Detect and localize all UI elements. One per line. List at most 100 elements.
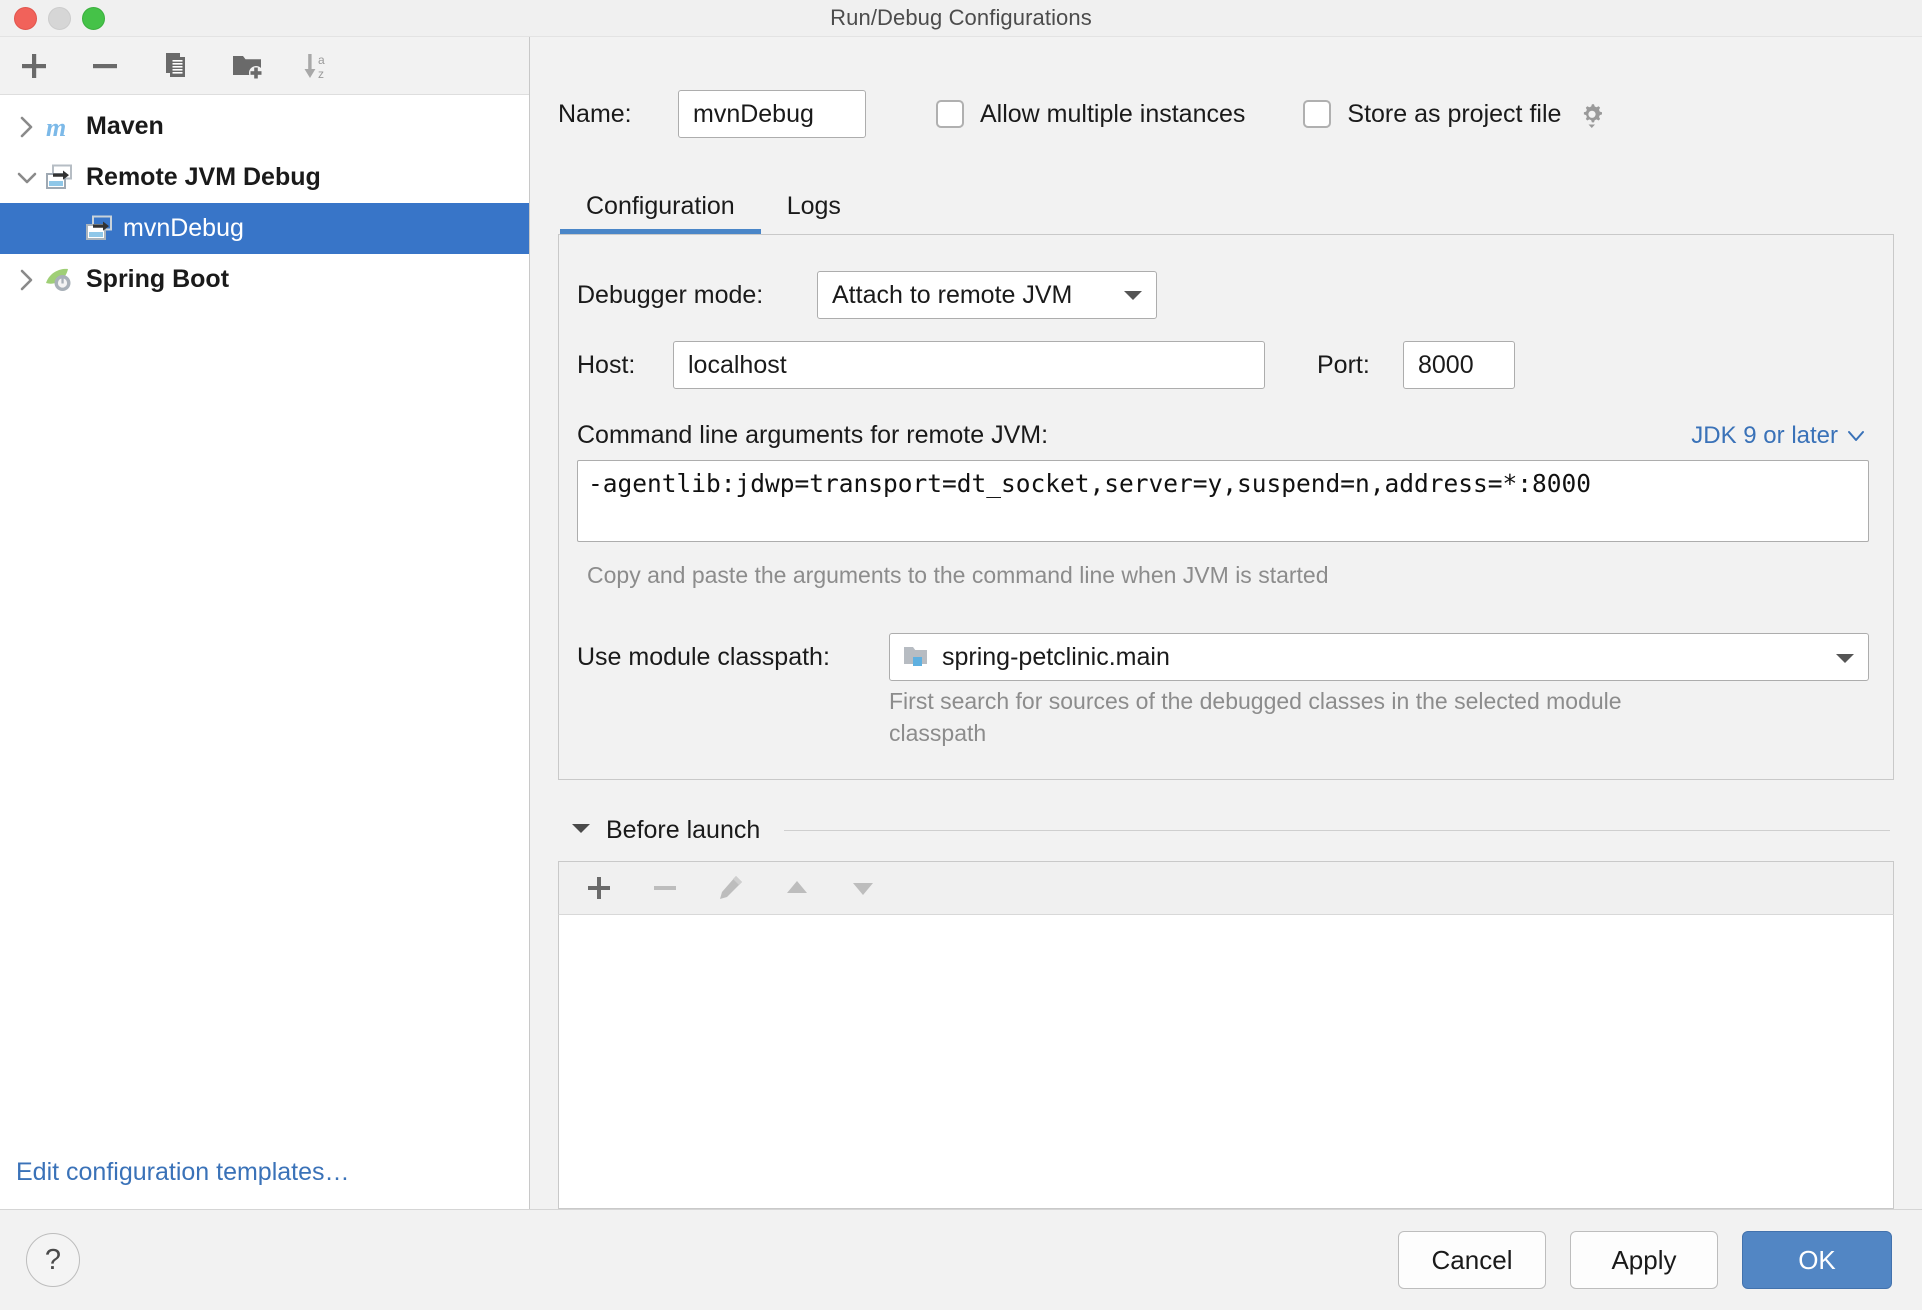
port-input[interactable]: 8000 — [1403, 341, 1515, 389]
pencil-icon — [720, 876, 742, 899]
checkbox-box[interactable] — [1303, 100, 1332, 128]
store-as-project-file-label: Store as project file — [1347, 99, 1562, 128]
command-line-arguments-header: Command line arguments for remote JVM: J… — [577, 421, 1869, 450]
name-input[interactable]: mvnDebug — [678, 90, 866, 138]
svg-text:a: a — [318, 53, 325, 67]
before-launch-toolbar — [558, 861, 1894, 915]
svg-text:m: m — [46, 113, 66, 142]
cancel-button[interactable]: Cancel — [1398, 1231, 1546, 1289]
tree-item-maven[interactable]: m Maven — [0, 101, 529, 152]
chevron-right-icon[interactable] — [10, 268, 44, 292]
remote-jvm-debug-icon — [84, 214, 122, 244]
chevron-down-icon — [1834, 643, 1856, 672]
tab-logs[interactable]: Logs — [761, 192, 867, 234]
triangle-down-icon — [572, 824, 590, 833]
command-line-arguments-textarea[interactable]: -agentlib:jdwp=transport=dt_socket,serve… — [577, 460, 1869, 542]
close-window-button[interactable] — [14, 7, 37, 30]
before-launch-title: Before launch — [606, 816, 761, 844]
dialog-title: Run/Debug Configurations — [830, 5, 1092, 30]
remove-configuration-button[interactable] — [85, 46, 125, 86]
help-button[interactable]: ? — [26, 1233, 80, 1287]
module-classpath-label: Use module classpath: — [577, 642, 830, 671]
checkbox-box[interactable] — [936, 100, 964, 128]
configuration-panel: Debugger mode: Attach to remote JVM Host… — [558, 234, 1894, 780]
zoom-window-button[interactable] — [82, 7, 105, 30]
configurations-tree[interactable]: m Maven Remote JVM Debug mvnDebug Spring… — [0, 95, 529, 1158]
apply-button[interactable]: Apply — [1570, 1231, 1718, 1289]
tree-item-remote-jvm-debug[interactable]: Remote JVM Debug — [0, 152, 529, 203]
module-classpath-hint: First search for sources of the debugged… — [889, 688, 1622, 746]
module-classpath-value: spring-petclinic.main — [942, 642, 1170, 671]
add-before-launch-task-button[interactable] — [577, 866, 621, 910]
copy-configuration-button[interactable] — [156, 46, 196, 86]
debugger-mode-row: Debugger mode: Attach to remote JVM — [577, 271, 1869, 319]
host-input[interactable]: localhost — [673, 341, 1265, 389]
arrow-up-icon — [787, 881, 807, 893]
run-debug-configurations-dialog: Run/Debug Configurations a z m Maven Rem… — [0, 0, 1922, 1310]
configurations-sidebar: a z m Maven Remote JVM Debug mvnDebug Sp… — [0, 37, 530, 1209]
tree-item-mvndebug[interactable]: mvnDebug — [0, 203, 529, 254]
sort-configurations-button[interactable]: a z — [298, 46, 338, 86]
title-bar: Run/Debug Configurations — [0, 0, 1922, 37]
jdk-version-label: JDK 9 or later — [1691, 422, 1838, 449]
tree-item-label: mvnDebug — [123, 214, 244, 242]
store-as-project-file-settings-button[interactable] — [1575, 97, 1609, 131]
host-label: Host: — [577, 350, 636, 379]
copy-icon — [166, 52, 185, 77]
port-label: Port: — [1317, 350, 1370, 379]
svg-text:z: z — [318, 67, 324, 81]
minus-icon — [93, 63, 117, 68]
ok-button[interactable]: OK — [1742, 1231, 1892, 1289]
debugger-mode-label: Debugger mode: — [577, 280, 764, 309]
gear-icon — [1584, 104, 1603, 128]
move-task-down-button — [841, 866, 885, 910]
section-divider — [784, 830, 1890, 831]
window-controls — [14, 7, 105, 30]
plus-icon — [22, 53, 46, 78]
module-classpath-row: Use module classpath: spring-petclinic.m… — [577, 633, 1869, 681]
tree-item-label: Spring Boot — [86, 265, 230, 293]
chevron-down-icon — [1122, 288, 1144, 302]
chevron-down-icon[interactable] — [10, 168, 44, 188]
before-launch-section: Before launch — [558, 816, 1894, 1209]
arrow-down-icon — [853, 883, 873, 895]
name-label: Name: — [558, 99, 632, 128]
chevron-right-icon[interactable] — [10, 115, 44, 139]
allow-multiple-instances-checkbox[interactable]: Allow multiple instances — [936, 100, 1245, 129]
store-as-project-file-checkbox[interactable]: Store as project file — [1303, 100, 1561, 129]
maven-icon: m — [44, 112, 82, 142]
dialog-body: a z m Maven Remote JVM Debug mvnDebug Sp… — [0, 37, 1922, 1209]
tree-item-spring-boot[interactable]: Spring Boot — [0, 254, 529, 305]
chevron-down-icon — [1848, 431, 1864, 441]
collapse-toggle-icon[interactable] — [570, 821, 592, 840]
before-launch-task-list[interactable] — [558, 915, 1894, 1209]
module-icon — [902, 644, 930, 670]
name-row: Name: mvnDebug Allow multiple instances … — [558, 90, 1894, 138]
editor-tabs: Configuration Logs — [558, 178, 1894, 234]
module-classpath-select[interactable]: spring-petclinic.main — [889, 633, 1869, 681]
edit-configuration-templates-link[interactable]: Edit configuration templates… — [16, 1158, 350, 1187]
tab-configuration[interactable]: Configuration — [560, 192, 761, 234]
debugger-mode-value: Attach to remote JVM — [832, 280, 1073, 309]
edit-before-launch-task-button — [709, 866, 753, 910]
save-configuration-to-folder-button[interactable] — [227, 46, 267, 86]
sidebar-footer: Edit configuration templates… — [0, 1158, 529, 1209]
tree-item-label: Maven — [86, 112, 164, 140]
add-configuration-button[interactable] — [14, 46, 54, 86]
dialog-footer: ? Cancel Apply OK — [0, 1209, 1922, 1310]
allow-multiple-instances-label: Allow multiple instances — [980, 99, 1246, 128]
minus-icon — [654, 886, 676, 890]
spring-boot-icon — [44, 265, 82, 295]
plus-icon — [588, 877, 610, 899]
command-line-arguments-label: Command line arguments for remote JVM: — [577, 421, 1049, 449]
before-launch-header[interactable]: Before launch — [558, 816, 1894, 845]
command-line-arguments-hint: Copy and paste the arguments to the comm… — [587, 562, 1329, 588]
remote-jvm-debug-icon — [44, 163, 82, 193]
sort-az-icon: a z — [304, 53, 325, 81]
configuration-editor: Name: mvnDebug Allow multiple instances … — [530, 37, 1922, 1209]
folder-add-icon — [233, 55, 263, 80]
jdk-version-selector[interactable]: JDK 9 or later — [1691, 422, 1869, 450]
debugger-mode-select[interactable]: Attach to remote JVM — [817, 271, 1157, 319]
move-task-up-button — [775, 866, 819, 910]
minimize-window-button[interactable] — [48, 7, 71, 30]
